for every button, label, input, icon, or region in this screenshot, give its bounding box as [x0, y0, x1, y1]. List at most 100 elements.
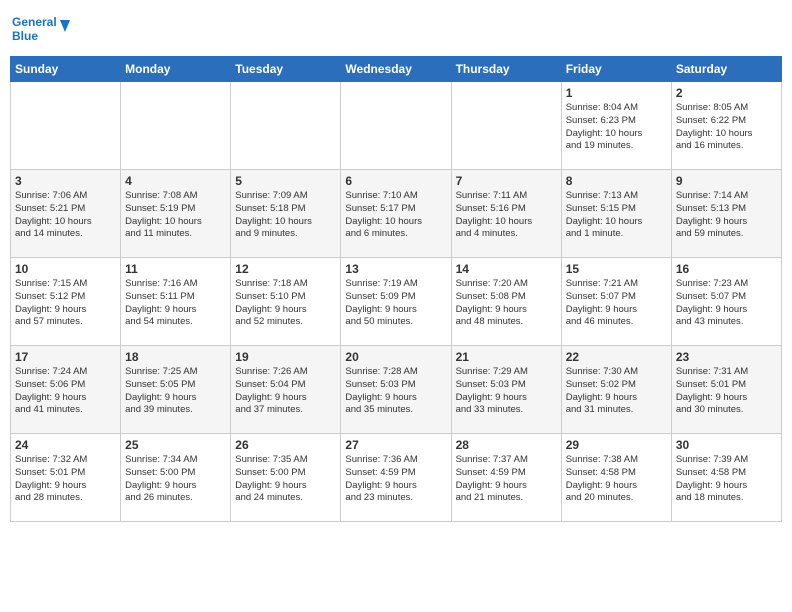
calendar-day-cell: 11Sunrise: 7:16 AM Sunset: 5:11 PM Dayli… [121, 258, 231, 346]
day-info: Sunrise: 7:34 AM Sunset: 5:00 PM Dayligh… [125, 454, 226, 505]
day-number: 25 [125, 438, 226, 452]
calendar-day-cell: 15 Sunrise: 7:21 AM Sunset: 5:07 PM Dayli… [561, 258, 671, 346]
calendar-day-cell: 24 Sunrise: 7:32 AM Sunset: 5:01 PM Dayli… [11, 434, 121, 522]
day-info: Sunrise: 7:32 AM Sunset: 5:01 PM Dayligh… [15, 454, 116, 505]
calendar-day-cell: 18Sunrise: 7:25 AM Sunset: 5:05 PM Dayli… [121, 346, 231, 434]
page-header: General Blue [10, 10, 782, 50]
day-info: Sunrise: 7:10 AM Sunset: 5:17 PM Dayligh… [345, 190, 446, 241]
day-number: 24 [15, 438, 116, 452]
day-number: 4 [125, 174, 226, 188]
calendar-day-cell: 22 Sunrise: 7:30 AM Sunset: 5:02 PM Dayli… [561, 346, 671, 434]
calendar-day-cell: 3 Sunrise: 7:06 AM Sunset: 5:21 PM Daylig… [11, 170, 121, 258]
calendar-day-cell: 17 Sunrise: 7:24 AM Sunset: 5:06 PM Dayli… [11, 346, 121, 434]
day-info: Sunrise: 7:15 AM Sunset: 5:12 PM Dayligh… [15, 278, 116, 329]
day-info: Sunrise: 7:18 AM Sunset: 5:10 PM Dayligh… [235, 278, 336, 329]
day-info: Sunrise: 8:05 AM Sunset: 6:22 PM Dayligh… [676, 102, 777, 153]
calendar-week-row: 10 Sunrise: 7:15 AM Sunset: 5:12 PM Dayli… [11, 258, 782, 346]
calendar-day-cell: 19 Sunrise: 7:26 AM Sunset: 5:04 PM Dayli… [231, 346, 341, 434]
calendar-day-cell [121, 82, 231, 170]
weekday-header: Friday [561, 57, 671, 82]
day-info: Sunrise: 7:26 AM Sunset: 5:04 PM Dayligh… [235, 366, 336, 417]
day-number: 12 [235, 262, 336, 276]
day-info: Sunrise: 7:13 AM Sunset: 5:15 PM Dayligh… [566, 190, 667, 241]
calendar-day-cell: 26 Sunrise: 7:35 AM Sunset: 5:00 PM Dayli… [231, 434, 341, 522]
day-info: Sunrise: 7:09 AM Sunset: 5:18 PM Dayligh… [235, 190, 336, 241]
day-number: 28 [456, 438, 557, 452]
day-info: Sunrise: 7:11 AM Sunset: 5:16 PM Dayligh… [456, 190, 557, 241]
calendar-day-cell: 16 Sunrise: 7:23 AM Sunset: 5:07 PM Dayli… [671, 258, 781, 346]
calendar-day-cell [11, 82, 121, 170]
day-number: 8 [566, 174, 667, 188]
calendar-day-cell: 29Sunrise: 7:38 AM Sunset: 4:58 PM Dayli… [561, 434, 671, 522]
day-info: Sunrise: 7:38 AM Sunset: 4:58 PM Dayligh… [566, 454, 667, 505]
day-info: Sunrise: 7:39 AM Sunset: 4:58 PM Dayligh… [676, 454, 777, 505]
day-number: 26 [235, 438, 336, 452]
svg-text:General: General [12, 15, 57, 29]
weekday-header: Thursday [451, 57, 561, 82]
day-number: 2 [676, 86, 777, 100]
calendar-day-cell [451, 82, 561, 170]
day-number: 10 [15, 262, 116, 276]
day-info: Sunrise: 7:20 AM Sunset: 5:08 PM Dayligh… [456, 278, 557, 329]
calendar-day-cell: 12 Sunrise: 7:18 AM Sunset: 5:10 PM Dayli… [231, 258, 341, 346]
calendar-day-cell: 7 Sunrise: 7:11 AM Sunset: 5:16 PM Daylig… [451, 170, 561, 258]
calendar-day-cell: 27Sunrise: 7:36 AM Sunset: 4:59 PM Dayli… [341, 434, 451, 522]
calendar-day-cell: 25 Sunrise: 7:34 AM Sunset: 5:00 PM Dayli… [121, 434, 231, 522]
weekday-header: Monday [121, 57, 231, 82]
day-info: Sunrise: 7:21 AM Sunset: 5:07 PM Dayligh… [566, 278, 667, 329]
day-number: 23 [676, 350, 777, 364]
day-number: 20 [345, 350, 446, 364]
day-info: Sunrise: 7:29 AM Sunset: 5:03 PM Dayligh… [456, 366, 557, 417]
calendar-day-cell: 23 Sunrise: 7:31 AM Sunset: 5:01 PM Dayli… [671, 346, 781, 434]
day-number: 1 [566, 86, 667, 100]
calendar-day-cell: 5 Sunrise: 7:09 AM Sunset: 5:18 PM Daylig… [231, 170, 341, 258]
calendar-header-row: SundayMondayTuesdayWednesdayThursdayFrid… [11, 57, 782, 82]
day-number: 13 [345, 262, 446, 276]
calendar-day-cell: 10 Sunrise: 7:15 AM Sunset: 5:12 PM Dayli… [11, 258, 121, 346]
day-info: Sunrise: 7:37 AM Sunset: 4:59 PM Dayligh… [456, 454, 557, 505]
day-number: 7 [456, 174, 557, 188]
day-info: Sunrise: 7:28 AM Sunset: 5:03 PM Dayligh… [345, 366, 446, 417]
calendar-week-row: 3 Sunrise: 7:06 AM Sunset: 5:21 PM Daylig… [11, 170, 782, 258]
calendar-week-row: 1 Sunrise: 8:04 AM Sunset: 6:23 PM Daylig… [11, 82, 782, 170]
day-info: Sunrise: 7:06 AM Sunset: 5:21 PM Dayligh… [15, 190, 116, 241]
day-info: Sunrise: 7:30 AM Sunset: 5:02 PM Dayligh… [566, 366, 667, 417]
day-number: 19 [235, 350, 336, 364]
calendar-day-cell: 14 Sunrise: 7:20 AM Sunset: 5:08 PM Dayli… [451, 258, 561, 346]
calendar-day-cell: 28 Sunrise: 7:37 AM Sunset: 4:59 PM Dayli… [451, 434, 561, 522]
day-number: 3 [15, 174, 116, 188]
calendar-day-cell: 9Sunrise: 7:14 AM Sunset: 5:13 PM Daylig… [671, 170, 781, 258]
day-info: Sunrise: 7:23 AM Sunset: 5:07 PM Dayligh… [676, 278, 777, 329]
calendar-day-cell: 6 Sunrise: 7:10 AM Sunset: 5:17 PM Daylig… [341, 170, 451, 258]
day-number: 22 [566, 350, 667, 364]
day-info: Sunrise: 8:04 AM Sunset: 6:23 PM Dayligh… [566, 102, 667, 153]
calendar-day-cell: 8 Sunrise: 7:13 AM Sunset: 5:15 PM Daylig… [561, 170, 671, 258]
calendar-week-row: 24 Sunrise: 7:32 AM Sunset: 5:01 PM Dayli… [11, 434, 782, 522]
day-info: Sunrise: 7:31 AM Sunset: 5:01 PM Dayligh… [676, 366, 777, 417]
day-number: 9 [676, 174, 777, 188]
day-info: Sunrise: 7:08 AM Sunset: 5:19 PM Dayligh… [125, 190, 226, 241]
day-number: 27 [345, 438, 446, 452]
day-info: Sunrise: 7:16 AM Sunset: 5:11 PM Dayligh… [125, 278, 226, 329]
weekday-header: Sunday [11, 57, 121, 82]
day-number: 14 [456, 262, 557, 276]
calendar-week-row: 17 Sunrise: 7:24 AM Sunset: 5:06 PM Dayli… [11, 346, 782, 434]
calendar-day-cell [231, 82, 341, 170]
calendar-table: SundayMondayTuesdayWednesdayThursdayFrid… [10, 56, 782, 522]
day-number: 5 [235, 174, 336, 188]
day-number: 6 [345, 174, 446, 188]
weekday-header: Saturday [671, 57, 781, 82]
weekday-header: Tuesday [231, 57, 341, 82]
day-number: 15 [566, 262, 667, 276]
logo: General Blue [10, 10, 70, 50]
day-number: 16 [676, 262, 777, 276]
day-number: 21 [456, 350, 557, 364]
day-number: 17 [15, 350, 116, 364]
day-info: Sunrise: 7:24 AM Sunset: 5:06 PM Dayligh… [15, 366, 116, 417]
day-info: Sunrise: 7:25 AM Sunset: 5:05 PM Dayligh… [125, 366, 226, 417]
day-info: Sunrise: 7:35 AM Sunset: 5:00 PM Dayligh… [235, 454, 336, 505]
calendar-day-cell: 21 Sunrise: 7:29 AM Sunset: 5:03 PM Dayli… [451, 346, 561, 434]
calendar-day-cell: 4 Sunrise: 7:08 AM Sunset: 5:19 PM Daylig… [121, 170, 231, 258]
calendar-day-cell: 20 Sunrise: 7:28 AM Sunset: 5:03 PM Dayli… [341, 346, 451, 434]
calendar-day-cell: 2 Sunrise: 8:05 AM Sunset: 6:22 PM Daylig… [671, 82, 781, 170]
